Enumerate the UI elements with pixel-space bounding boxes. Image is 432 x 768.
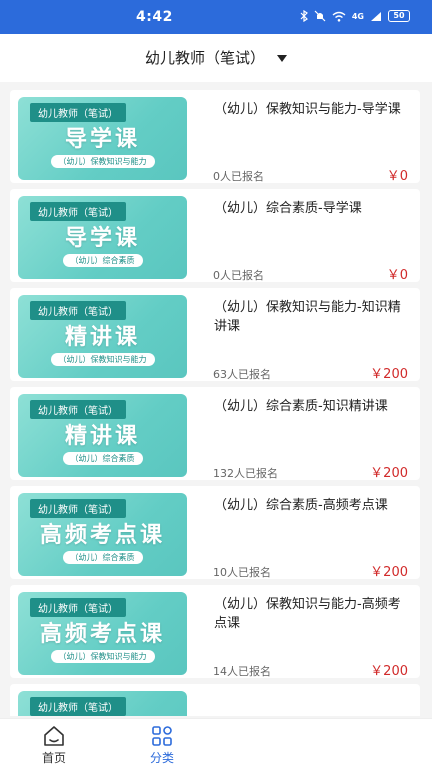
thumbnail-title: 精讲课 xyxy=(64,424,140,449)
course-thumbnail: 幼儿教师（笔试） 导学课 （幼儿）综合素质 xyxy=(18,196,187,279)
wifi-icon xyxy=(332,11,346,22)
thumbnail-tag: 幼儿教师（笔试） xyxy=(30,301,126,320)
course-title: （幼儿）综合素质-高频考点课 xyxy=(214,498,388,513)
course-title: （幼儿）保教知识与能力-高频考点课 xyxy=(214,597,401,631)
status-icons: 4G 50 xyxy=(300,10,410,22)
course-thumbnail: 幼儿教师（笔试） 导学课 （幼儿）保教知识与能力 xyxy=(18,97,187,180)
course-thumbnail: 幼儿教师（笔试） 高频考点课 （幼儿）综合素质 xyxy=(18,493,187,576)
course-price: ￥0 xyxy=(386,169,408,184)
course-card[interactable]: 幼儿教师（笔试） 导学课 （幼儿）综合素质 （幼儿）综合素质-导学课 0人已报名… xyxy=(10,189,420,283)
enroll-count: 0人已报名 xyxy=(213,170,264,183)
network-label: 4G xyxy=(351,11,364,21)
thumbnail-tag: 幼儿教师（笔试） xyxy=(30,499,126,518)
category-grid-icon xyxy=(152,726,172,746)
thumbnail-tag: 幼儿教师（笔试） xyxy=(30,202,126,221)
thumbnail-title: 精讲课 xyxy=(64,325,140,350)
tab-category[interactable]: 分类 xyxy=(132,725,192,766)
enroll-count: 132人已报名 xyxy=(213,467,278,480)
home-icon xyxy=(44,726,64,746)
course-card[interactable]: 幼儿教师（笔试） 高频考点课 （幼儿）综合素质 （幼儿）综合素质-高频考点课 1… xyxy=(10,486,420,580)
thumbnail-subtitle: （幼儿）保教知识与能力 xyxy=(50,353,155,366)
thumbnail-subtitle: （幼儿）综合素质 xyxy=(62,254,143,267)
course-price: ￥200 xyxy=(370,565,408,580)
thumbnail-title: 高频考点课 xyxy=(39,622,165,647)
thumbnail-tag: 幼儿教师（笔试） xyxy=(30,697,126,716)
enroll-count: 63人已报名 xyxy=(213,368,271,381)
course-title: （幼儿）综合素质-导学课 xyxy=(214,201,362,216)
tab-category-label: 分类 xyxy=(149,751,174,765)
signal-icon xyxy=(371,11,381,21)
thumbnail-tag: 幼儿教师（笔试） xyxy=(30,400,126,419)
course-price: ￥200 xyxy=(370,664,408,679)
course-card[interactable]: 幼儿教师（笔试） 高频考点课 （幼儿）保教知识与能力 （幼儿）保教知识与能力-高… xyxy=(10,585,420,679)
course-thumbnail: 幼儿教师（笔试） 精讲课 （幼儿）综合素质 xyxy=(18,394,187,477)
course-card[interactable]: 幼儿教师（笔试） 精讲课 （幼儿）保教知识与能力 （幼儿）保教知识与能力-知识精… xyxy=(10,288,420,382)
thumbnail-title: 导学课 xyxy=(64,127,140,152)
tab-home[interactable]: 首页 xyxy=(24,725,84,766)
enroll-count: 10人已报名 xyxy=(213,566,271,579)
tab-home-label: 首页 xyxy=(41,751,66,765)
thumbnail-title: 高频考点课 xyxy=(39,523,165,548)
course-list[interactable]: 幼儿教师（笔试） 导学课 （幼儿）保教知识与能力 （幼儿）保教知识与能力-导学课… xyxy=(10,90,420,716)
thumbnail-subtitle: （幼儿）综合素质 xyxy=(62,452,143,465)
header-title: 幼儿教师（笔试） xyxy=(144,49,265,67)
header: 幼儿教师（笔试） xyxy=(0,34,432,82)
thumbnail-title: 导学课 xyxy=(64,226,140,251)
course-thumbnail: 幼儿教师（笔试） 精讲课 （幼儿）保教知识与能力 xyxy=(18,295,187,378)
course-price: ￥200 xyxy=(370,466,408,481)
course-title: （幼儿）保教知识与能力-知识精讲课 xyxy=(214,300,401,334)
dropdown-arrow-icon xyxy=(277,55,287,62)
thumbnail-subtitle: （幼儿）综合素质 xyxy=(62,551,143,564)
mute-bell-icon xyxy=(314,10,326,22)
course-thumbnail: 幼儿教师（笔试） 高频考点课 （幼儿）保教知识与能力 xyxy=(18,592,187,675)
course-price: ￥0 xyxy=(386,268,408,283)
thumbnail-tag: 幼儿教师（笔试） xyxy=(30,598,126,617)
thumbnail-subtitle: （幼儿）保教知识与能力 xyxy=(50,650,155,663)
category-dropdown[interactable]: 幼儿教师（笔试） xyxy=(0,47,432,68)
thumbnail-tag: 幼儿教师（笔试） xyxy=(30,103,126,122)
course-title: （幼儿）保教知识与能力-导学课 xyxy=(214,102,401,117)
course-thumbnail: 幼儿教师（笔试） xyxy=(18,691,187,716)
thumbnail-subtitle: （幼儿）保教知识与能力 xyxy=(50,155,155,168)
bluetooth-icon xyxy=(300,10,308,22)
course-card[interactable]: 幼儿教师（笔试） 精讲课 （幼儿）综合素质 （幼儿）综合素质-知识精讲课 132… xyxy=(10,387,420,481)
enroll-count: 14人已报名 xyxy=(213,665,271,678)
battery-icon: 50 xyxy=(388,10,410,22)
status-time: 4:42 xyxy=(136,9,173,25)
course-title: （幼儿）综合素质-知识精讲课 xyxy=(214,399,388,414)
status-bar: 4:42 4G 50 xyxy=(0,0,432,34)
bottom-tab-bar: 首页 分类 xyxy=(0,718,432,768)
course-card[interactable]: 幼儿教师（笔试） xyxy=(10,684,420,716)
course-card[interactable]: 幼儿教师（笔试） 导学课 （幼儿）保教知识与能力 （幼儿）保教知识与能力-导学课… xyxy=(10,90,420,184)
course-price: ￥200 xyxy=(370,367,408,382)
enroll-count: 0人已报名 xyxy=(213,269,264,282)
